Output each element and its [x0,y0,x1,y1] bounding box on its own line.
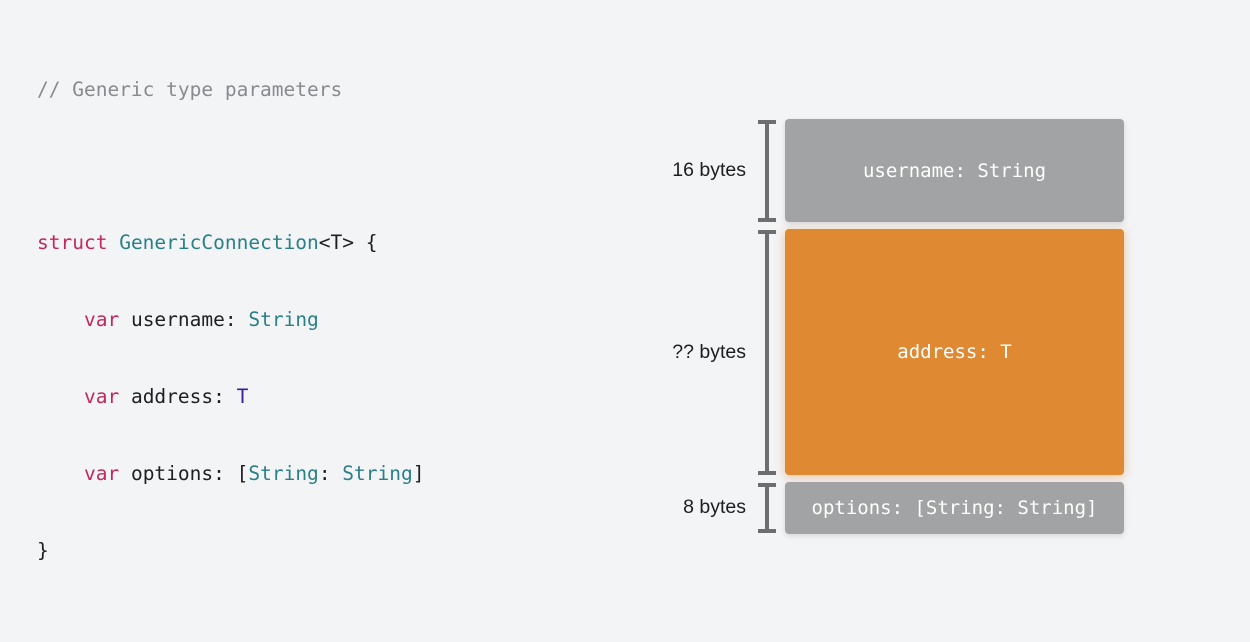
keyword-var: var [83,462,120,485]
code-line-options: var options: [String: String] [37,458,425,489]
struct-name: GenericConnection [119,231,319,254]
size-label-address: ?? bytes [672,341,746,363]
code-line-close: } [37,539,49,562]
size-bracket-options [758,483,776,533]
code-line-struct: struct GenericConnection<T> { [37,227,425,258]
field-options: options: [ [130,462,249,485]
field-block-options: options: [String: String] [785,482,1124,534]
code-comment: // Generic type parameters [37,78,343,101]
field-address: address: [130,385,237,408]
dict-separator: : [318,462,343,485]
dict-close: ] [412,462,425,485]
field-username: username: [130,308,249,331]
keyword-var: var [83,385,120,408]
type-string: String [248,308,319,331]
keyword-struct: struct [37,231,108,254]
generic-clause: <T> { [318,231,378,254]
size-label-username: 16 bytes [672,159,746,181]
code-line-address: var address: T [37,381,425,412]
field-block-username: username: String [785,119,1124,222]
size-bracket-address [758,230,776,475]
field-block-address: address: T [785,229,1124,475]
size-label-options: 8 bytes [683,496,746,518]
type-string-key: String [248,462,319,485]
code-line-username: var username: String [37,304,425,335]
type-param-t: T [236,385,249,408]
code-snippet: // Generic type parameters struct Generi… [37,28,425,589]
type-string-value: String [342,462,413,485]
size-bracket-username [758,120,776,222]
keyword-var: var [83,308,120,331]
